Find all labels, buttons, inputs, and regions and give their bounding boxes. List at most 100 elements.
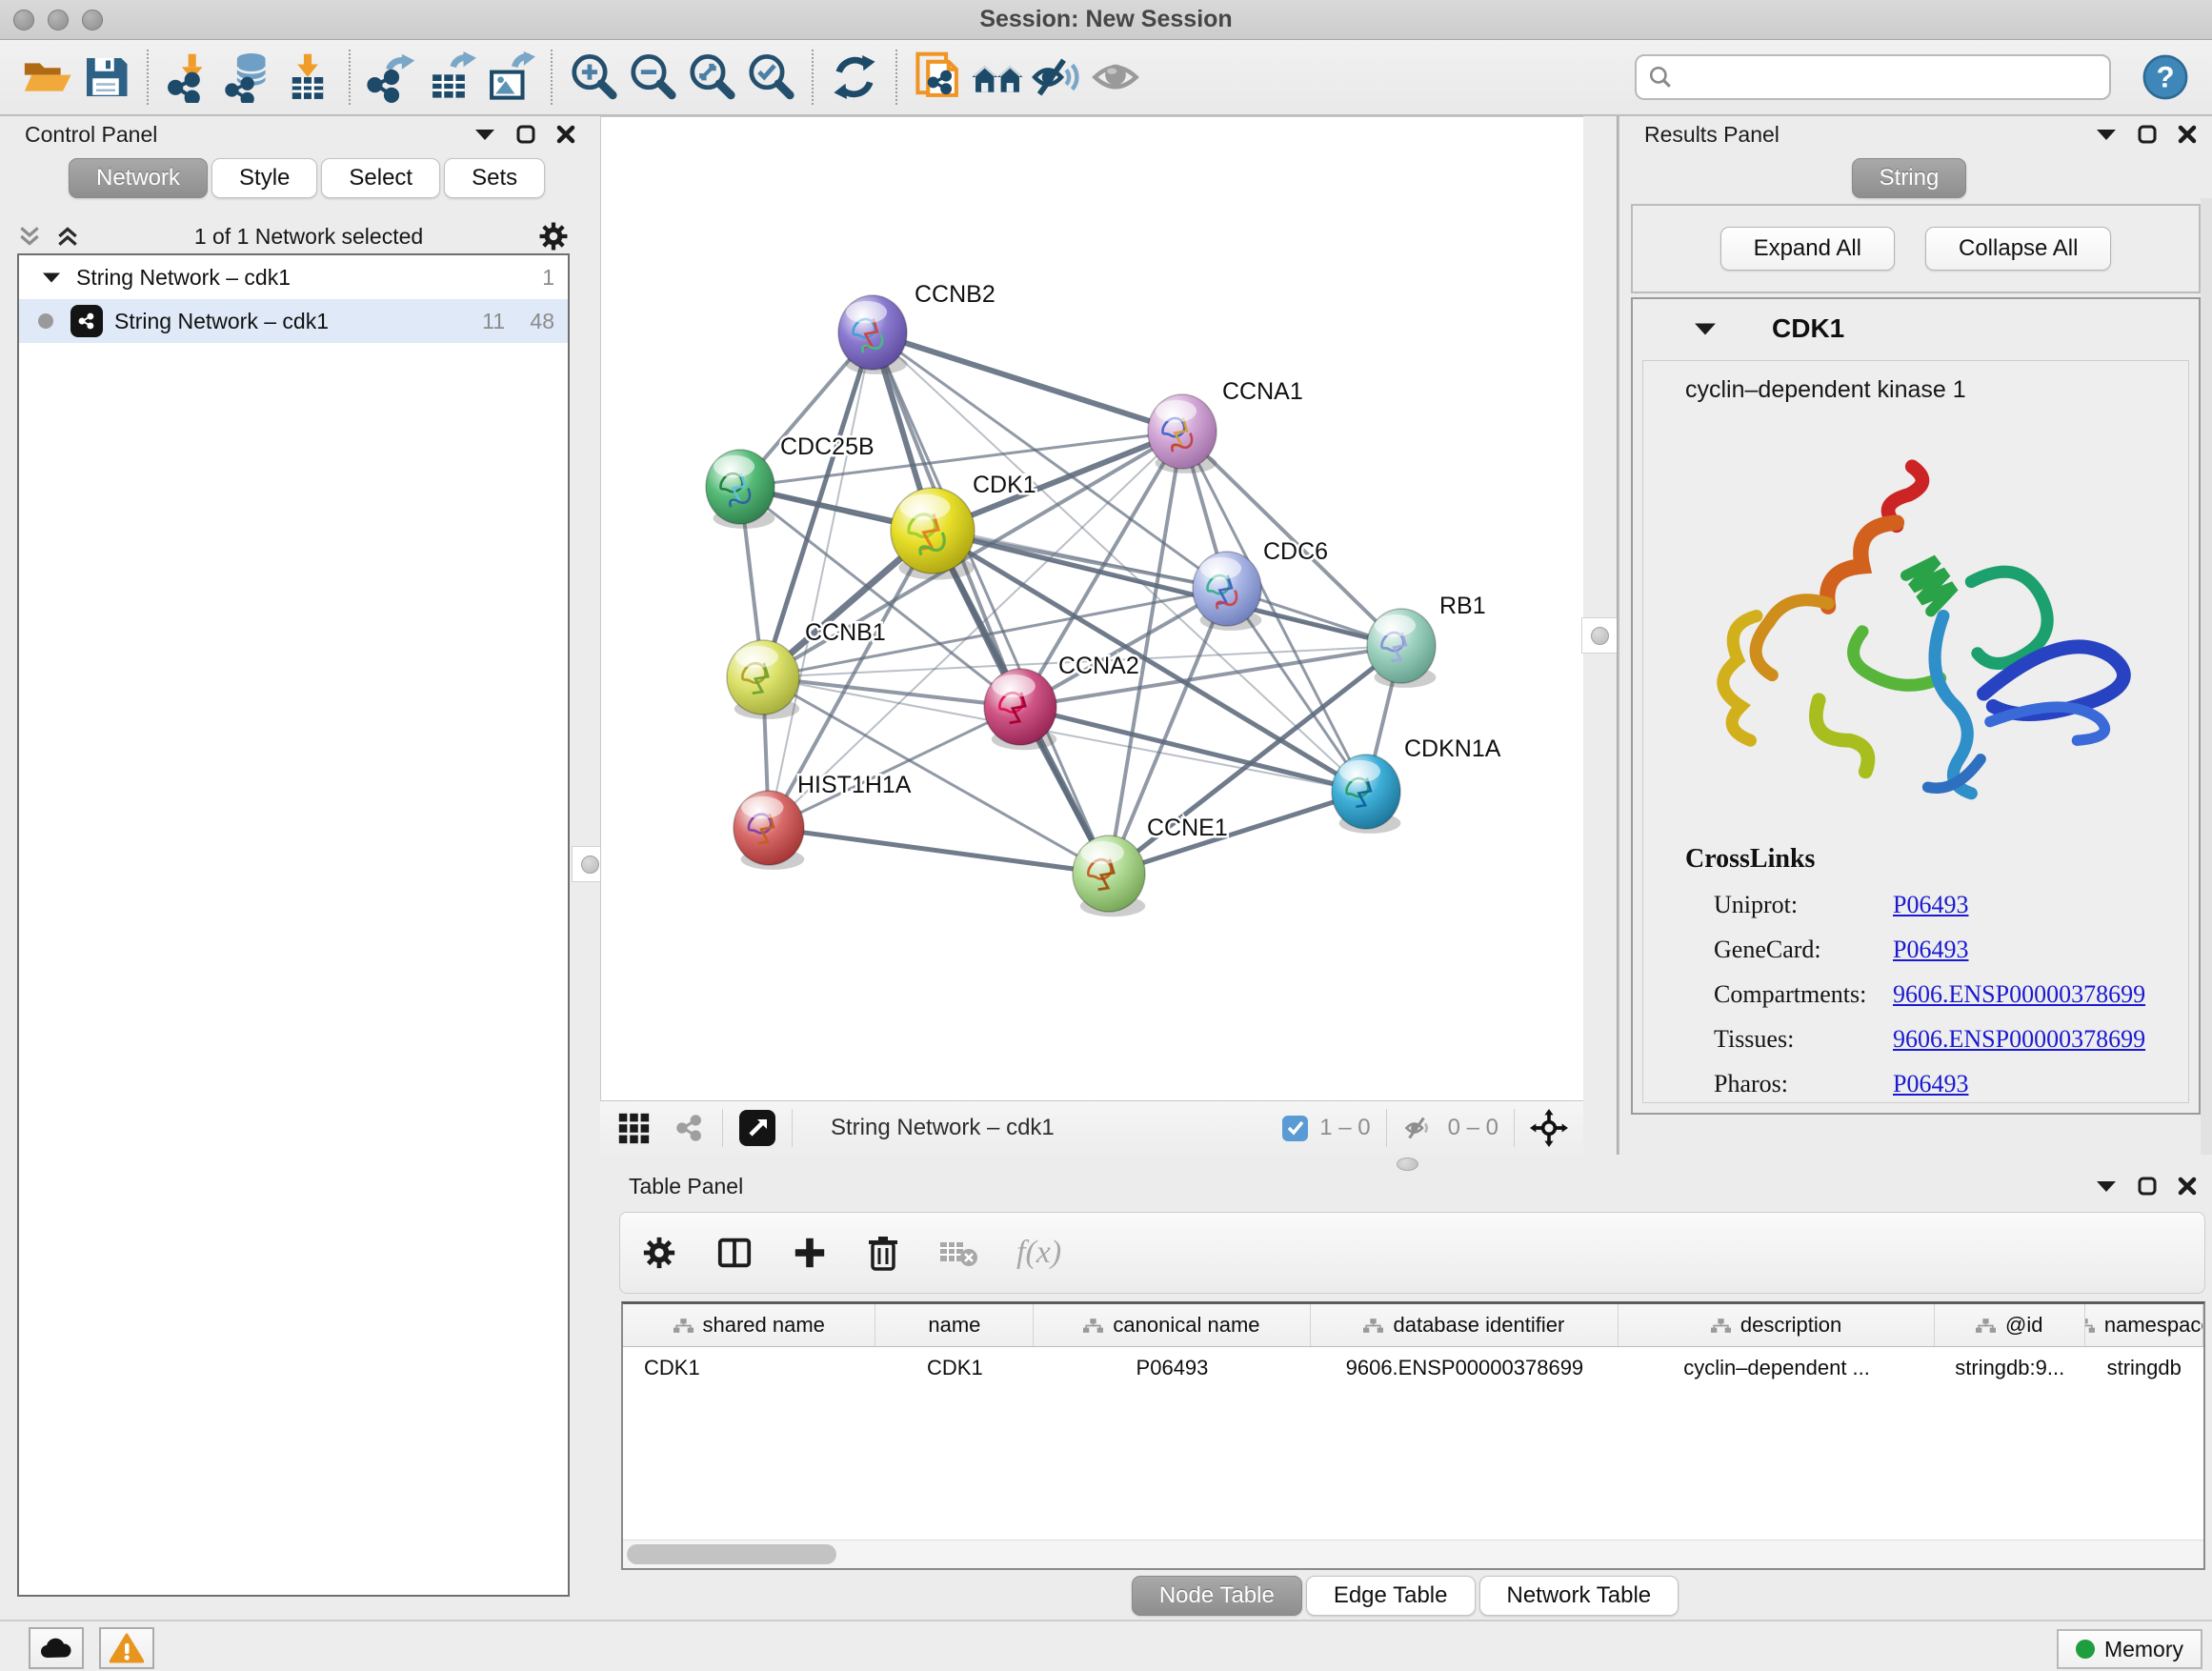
delete-table-icon[interactable] bbox=[938, 1237, 978, 1269]
edge-CCNA2-CDKN1A[interactable] bbox=[1020, 707, 1366, 792]
collapse-all-button[interactable]: Collapse All bbox=[1925, 227, 2111, 271]
zoom-out-button[interactable] bbox=[623, 47, 682, 108]
node-CCNA2[interactable] bbox=[984, 669, 1056, 750]
edge-CCNA2-HIST1H1A[interactable] bbox=[769, 707, 1020, 828]
node-CDKN1A[interactable] bbox=[1332, 755, 1400, 834]
table-hscrollbar[interactable] bbox=[623, 1540, 2203, 1568]
tab-sets[interactable]: Sets bbox=[444, 158, 545, 198]
table-float-icon[interactable] bbox=[2138, 1177, 2157, 1196]
detach-view-icon[interactable] bbox=[738, 1109, 776, 1147]
tab-string-results[interactable]: String bbox=[1852, 158, 1967, 198]
right-splitter-grip[interactable] bbox=[1581, 617, 1618, 654]
import-network-file-button[interactable] bbox=[160, 47, 219, 108]
crosslink-link[interactable]: P06493 bbox=[1893, 891, 1968, 919]
panel-menu-icon[interactable] bbox=[474, 128, 495, 141]
node-CDK1[interactable] bbox=[891, 488, 975, 580]
node-CCNE1[interactable] bbox=[1073, 836, 1145, 916]
close-panel-icon[interactable] bbox=[556, 125, 575, 144]
tab-network[interactable]: Network bbox=[69, 158, 208, 198]
crosslink-link[interactable]: P06493 bbox=[1893, 936, 1968, 964]
results-close-icon[interactable] bbox=[2178, 125, 2197, 144]
expand-all-icon[interactable] bbox=[55, 224, 80, 249]
table-menu-icon[interactable] bbox=[2096, 1179, 2117, 1193]
table-cell[interactable]: stringdb bbox=[2085, 1347, 2203, 1389]
table-cell[interactable]: stringdb:9... bbox=[1935, 1347, 2085, 1389]
node-table[interactable]: shared namenamecanonical namedatabase id… bbox=[621, 1301, 2205, 1570]
table-row[interactable]: CDK1CDK1P064939606.ENSP00000378699cyclin… bbox=[623, 1347, 2203, 1389]
save-session-button[interactable] bbox=[76, 47, 135, 108]
edge-CCNB2-CCNA1[interactable] bbox=[873, 332, 1182, 432]
node-CDC25B[interactable] bbox=[706, 450, 774, 529]
crosslink-link[interactable]: 9606.ENSP00000378699 bbox=[1893, 1025, 2145, 1054]
maximize-window-button[interactable] bbox=[82, 10, 103, 30]
node-CCNB1[interactable] bbox=[727, 640, 799, 719]
hide-unhide-button[interactable] bbox=[1027, 47, 1086, 108]
column-header-name[interactable]: name bbox=[875, 1304, 1034, 1346]
node-HIST1H1A[interactable] bbox=[734, 791, 804, 870]
node-CCNB2[interactable] bbox=[838, 295, 907, 374]
birdseye-navigator-icon[interactable] bbox=[1530, 1109, 1568, 1147]
open-session-button[interactable] bbox=[17, 47, 76, 108]
collection-expand-icon[interactable] bbox=[42, 271, 61, 284]
refresh-button[interactable] bbox=[825, 47, 884, 108]
expand-all-button[interactable]: Expand All bbox=[1720, 227, 1895, 271]
column-header-shared-name[interactable]: shared name bbox=[623, 1304, 875, 1346]
table-cell[interactable]: P06493 bbox=[1034, 1347, 1310, 1389]
add-column-icon[interactable] bbox=[792, 1235, 828, 1271]
edge-HIST1H1A-CCNE1[interactable] bbox=[769, 828, 1109, 874]
search-box[interactable] bbox=[1635, 54, 2111, 100]
tab-select[interactable]: Select bbox=[321, 158, 440, 198]
tab-style[interactable]: Style bbox=[211, 158, 317, 198]
home-networks-button[interactable] bbox=[968, 47, 1027, 108]
delete-column-icon[interactable] bbox=[866, 1234, 900, 1272]
cloud-status-button[interactable] bbox=[29, 1627, 84, 1669]
column-header-database-identifier[interactable]: database identifier bbox=[1311, 1304, 1619, 1346]
warnings-button[interactable] bbox=[99, 1627, 154, 1669]
table-cell[interactable]: CDK1 bbox=[623, 1347, 875, 1389]
crosslink-link[interactable]: 9606.ENSP00000378699 bbox=[1893, 980, 2145, 1009]
table-hscrollbar-thumb[interactable] bbox=[627, 1544, 836, 1564]
network-collection-row[interactable]: String Network – cdk1 1 bbox=[19, 255, 568, 299]
node-CDC6[interactable] bbox=[1193, 552, 1261, 631]
table-cell[interactable]: 9606.ENSP00000378699 bbox=[1311, 1347, 1619, 1389]
export-network-button[interactable] bbox=[362, 47, 421, 108]
search-input[interactable] bbox=[1673, 65, 2082, 90]
crosslink-link[interactable]: P06493 bbox=[1893, 1070, 1968, 1098]
collapse-all-icon[interactable] bbox=[17, 224, 42, 249]
zoom-selected-button[interactable] bbox=[741, 47, 800, 108]
column-header-@id[interactable]: @id bbox=[1935, 1304, 2085, 1346]
tab-node-table[interactable]: Node Table bbox=[1132, 1576, 1302, 1616]
tab-network-table[interactable]: Network Table bbox=[1479, 1576, 1679, 1616]
results-scrollbar[interactable] bbox=[2201, 198, 2212, 1155]
network-row[interactable]: String Network – cdk1 11 48 bbox=[19, 299, 568, 343]
network-canvas[interactable]: CCNB2CCNA1CDC25BCDK1CDC6RB1CCNB1CCNA2CDK… bbox=[600, 116, 1583, 1100]
entry-collapse-icon[interactable] bbox=[1694, 321, 1717, 336]
show-hidden-button[interactable] bbox=[1086, 47, 1145, 108]
import-table-button[interactable] bbox=[278, 47, 337, 108]
node-RB1[interactable] bbox=[1367, 609, 1436, 688]
zoom-fit-button[interactable] bbox=[682, 47, 741, 108]
table-close-icon[interactable] bbox=[2178, 1177, 2197, 1196]
table-cell[interactable]: CDK1 bbox=[875, 1347, 1034, 1389]
column-header-namespace[interactable]: namespace bbox=[2085, 1304, 2203, 1346]
results-menu-icon[interactable] bbox=[2096, 128, 2117, 141]
zoom-in-button[interactable] bbox=[564, 47, 623, 108]
export-image-button[interactable] bbox=[480, 47, 539, 108]
minimize-window-button[interactable] bbox=[48, 10, 69, 30]
grid-view-icon[interactable] bbox=[615, 1110, 652, 1146]
node-CCNA1[interactable] bbox=[1148, 394, 1217, 473]
show-columns-icon[interactable] bbox=[715, 1235, 754, 1271]
network-view-share-icon[interactable] bbox=[673, 1111, 707, 1145]
network-graph[interactable]: CCNB2CCNA1CDC25BCDK1CDC6RB1CCNB1CCNA2CDK… bbox=[601, 117, 1584, 1101]
column-header-canonical-name[interactable]: canonical name bbox=[1034, 1304, 1310, 1346]
clone-network-button[interactable] bbox=[909, 47, 968, 108]
table-options-gear-icon[interactable] bbox=[641, 1235, 677, 1271]
table-cell[interactable]: cyclin–dependent ... bbox=[1619, 1347, 1935, 1389]
tab-edge-table[interactable]: Edge Table bbox=[1306, 1576, 1476, 1616]
close-window-button[interactable] bbox=[13, 10, 34, 30]
column-header-description[interactable]: description bbox=[1619, 1304, 1935, 1346]
selected-indicator-checkbox[interactable] bbox=[1282, 1116, 1308, 1141]
float-panel-icon[interactable] bbox=[516, 125, 535, 144]
memory-button[interactable]: Memory bbox=[2057, 1629, 2202, 1669]
import-network-database-button[interactable] bbox=[219, 47, 278, 108]
